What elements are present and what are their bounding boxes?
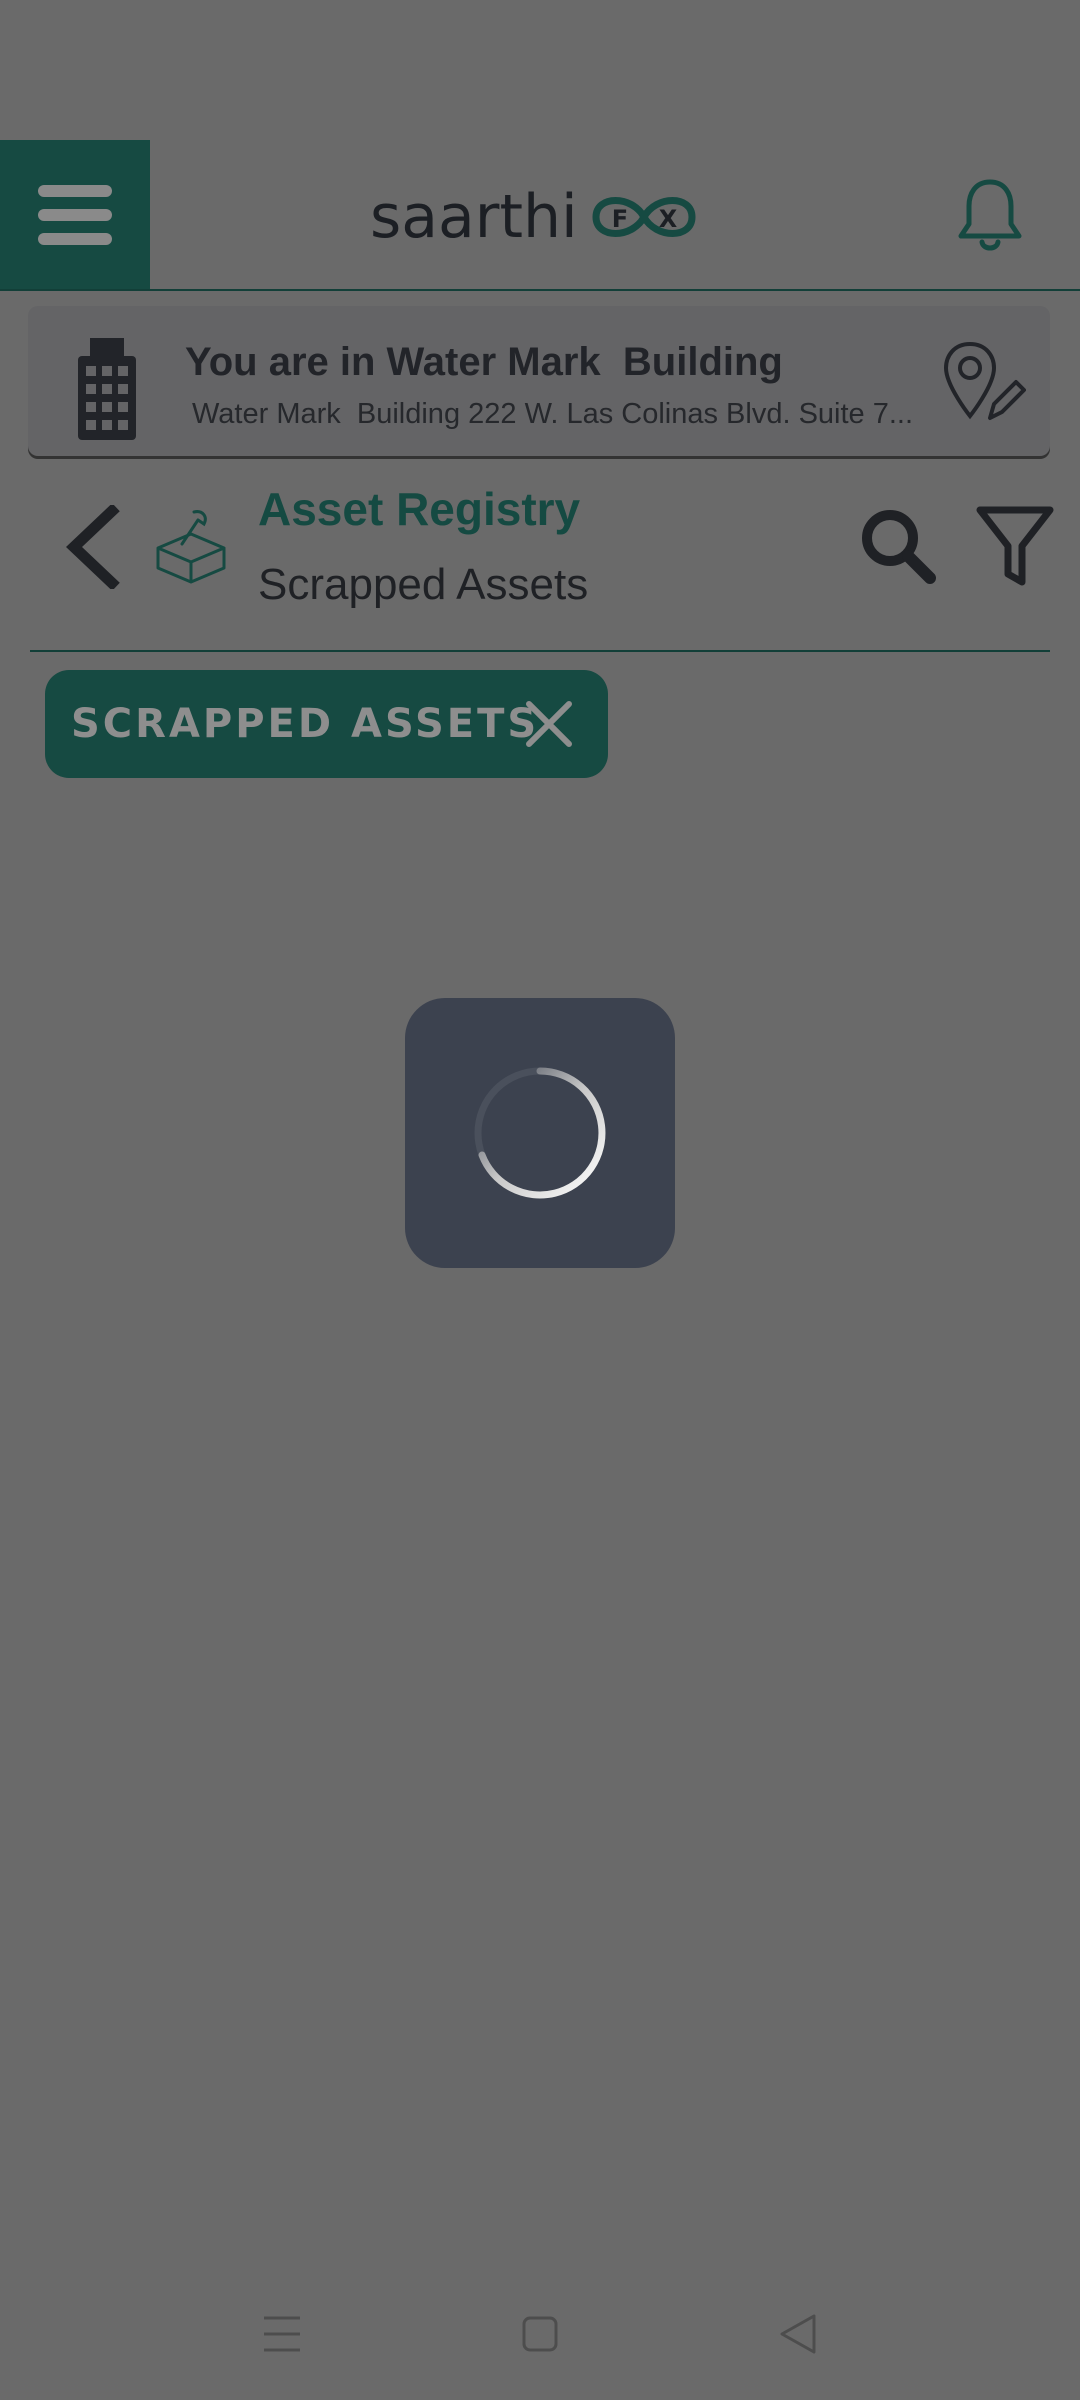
notifications-button[interactable] [955,176,1025,260]
bell-icon [958,179,1022,251]
location-title: You are in Water Mark Building [185,340,783,384]
page-title: Asset Registry [258,483,581,535]
filter-chip-label: SCRAPPED ASSETS [71,701,540,747]
back-triangle-icon[interactable] [778,2312,818,2356]
search-icon[interactable] [858,506,938,586]
app-logo: saarthi F X [370,172,704,262]
location-address: Water Mark Building 222 W. Las Colinas B… [192,398,914,430]
filter-icon[interactable] [976,504,1054,588]
logo-badge-x: X [658,205,677,233]
close-icon[interactable] [523,698,575,750]
hamburger-line [38,209,112,221]
loading-overlay [405,998,675,1268]
hamburger-line [38,185,112,197]
logo-badge-f: F [611,205,627,233]
recents-icon[interactable] [262,2314,302,2354]
location-edit-icon[interactable] [940,340,1026,422]
menu-button[interactable] [0,140,150,290]
filter-chip: SCRAPPED ASSETS [45,670,608,778]
spinner-icon [474,1067,606,1199]
logo-infinity-icon: F X [592,197,696,237]
page-subtitle: Scrapped Assets [258,560,589,609]
asset-box-icon [156,510,226,584]
logo-text: saarthi [370,182,578,252]
topbar-divider [0,289,1080,291]
header-divider [30,650,1050,652]
building-icon [78,338,136,440]
home-icon[interactable] [520,2314,560,2354]
chevron-left-icon[interactable] [62,505,122,589]
hamburger-line [38,233,112,245]
